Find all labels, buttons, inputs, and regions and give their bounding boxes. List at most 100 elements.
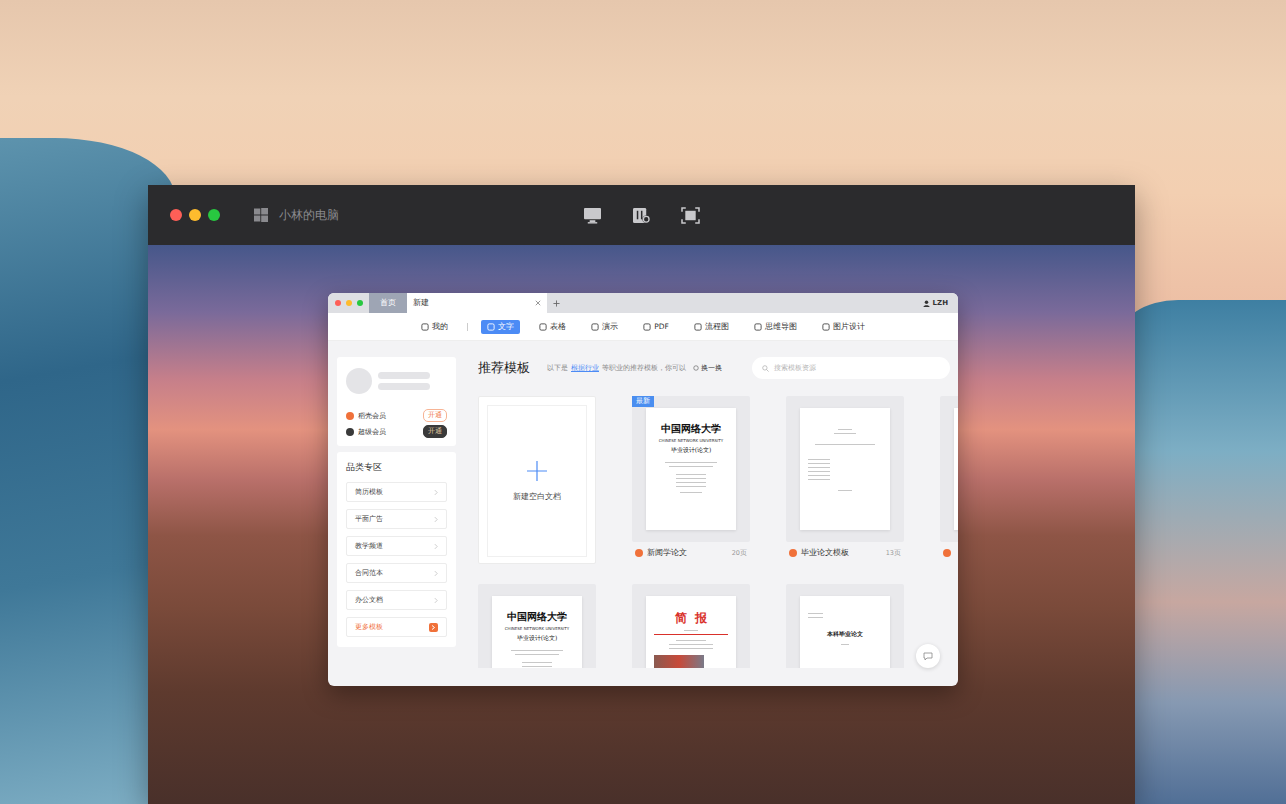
close-tab-icon[interactable] <box>535 300 541 306</box>
feedback-button[interactable] <box>916 644 940 668</box>
chevron-icon <box>434 489 438 496</box>
text-line <box>665 462 717 463</box>
template-icon <box>635 549 643 557</box>
text-line <box>515 654 559 655</box>
user-badge[interactable]: LZH <box>923 293 958 313</box>
text-line <box>669 466 713 467</box>
user-icon <box>923 300 930 307</box>
text-line <box>676 478 706 479</box>
minimize-button[interactable] <box>346 300 352 306</box>
toolbar-item[interactable]: 思维导图 <box>748 320 803 334</box>
text-line <box>841 644 848 645</box>
red-rule <box>654 634 728 635</box>
text-line <box>808 471 830 472</box>
hint-text: 以下是根据行业等职业的推荐模板，你可以换一换 <box>547 363 722 373</box>
fullscreen-icon[interactable] <box>681 207 700 224</box>
toolbar-item[interactable]: 我的 <box>415 320 454 334</box>
category-item[interactable]: 合同范本 <box>346 563 447 583</box>
category-item[interactable]: 办公文档 <box>346 590 447 610</box>
template-thumbnail: 简报 <box>632 584 750 668</box>
text-line <box>676 474 706 475</box>
text-line <box>838 429 853 430</box>
open-membership-button[interactable]: 开通 <box>423 425 447 438</box>
industry-link[interactable]: 根据行业 <box>571 363 599 373</box>
monitor-icon[interactable] <box>583 207 602 224</box>
template-card[interactable]: 本科毕业论文 <box>786 584 904 668</box>
settings-icon[interactable] <box>632 207 651 224</box>
text-line <box>834 433 856 434</box>
name-placeholder <box>378 372 430 379</box>
document-page: 中国网络大学CHINESE NETWORK UNIVERSITY毕业设计(论文) <box>646 408 736 530</box>
close-button[interactable] <box>335 300 341 306</box>
toolbar: 我的 文字表格演示 PDF 流程图思维导图图片设计 <box>328 313 958 341</box>
new-badge: 最新 <box>632 396 654 407</box>
template-panel: 推荐模板以下是根据行业等职业的推荐模板，你可以换一换搜索模板资源新建空白文档最新… <box>478 357 958 668</box>
template-card[interactable] <box>940 396 958 564</box>
toolbar-item[interactable]: 演示 <box>585 320 624 334</box>
member-row: 超级会员开通 <box>346 424 447 439</box>
category-item[interactable]: 更多模板 <box>346 617 447 637</box>
category-item[interactable]: 平面广告 <box>346 509 447 529</box>
text-line <box>808 617 823 618</box>
open-membership-button[interactable]: 开通 <box>423 409 447 422</box>
more-icon <box>429 623 438 632</box>
tool-icon <box>754 323 762 331</box>
tab-bar: 首页新建 LZH <box>328 293 958 313</box>
chevron-icon <box>434 597 438 604</box>
search-icon <box>762 365 769 372</box>
template-label: 毕业论文模板13页 <box>786 542 904 564</box>
text-line <box>808 459 830 460</box>
text-line <box>680 492 702 493</box>
tool-icon <box>694 323 702 331</box>
toolbar-item[interactable]: 文字 <box>481 320 520 334</box>
profile-card: 稻壳会员开通超级会员开通 <box>337 357 456 446</box>
category-card: 品类专区简历模板平面广告教学频道合同范本办公文档更多模板 <box>337 452 456 647</box>
chevron-icon <box>434 543 438 550</box>
tab[interactable]: 首页 <box>369 293 407 313</box>
text-line <box>808 479 830 480</box>
photo-placeholder <box>654 655 704 668</box>
avatar[interactable] <box>346 368 372 394</box>
text-line <box>522 662 552 663</box>
tool-icon <box>643 323 651 331</box>
template-card[interactable]: 最新中国网络大学CHINESE NETWORK UNIVERSITY毕业设计(论… <box>632 396 750 564</box>
windows-logo-icon <box>254 208 268 222</box>
toolbar-item[interactable]: 图片设计 <box>816 320 871 334</box>
text-line <box>808 463 830 464</box>
toolbar-item[interactable]: PDF <box>637 320 675 333</box>
chat-icon <box>923 652 933 661</box>
new-tab-icon[interactable] <box>553 300 560 307</box>
template-card[interactable]: 毕业论文模板13页 <box>786 396 904 564</box>
template-label <box>940 542 958 564</box>
text-line <box>808 467 830 468</box>
new-blank-document-card[interactable]: 新建空白文档 <box>478 396 596 564</box>
minimize-button[interactable] <box>189 209 201 221</box>
tab[interactable]: 新建 <box>407 293 547 313</box>
template-card[interactable]: 中国网络大学CHINESE NETWORK UNIVERSITY毕业设计(论文) <box>478 584 596 668</box>
remote-desktop-window: 小林的电脑首页新建 LZH 我的 文字表格演示 PDF 流程图思维导图图片设计稻壳会员开通… <box>148 185 1135 804</box>
refresh-icon <box>693 365 699 371</box>
text-line <box>815 444 874 445</box>
category-item[interactable]: 教学频道 <box>346 536 447 556</box>
template-thumbnail <box>940 396 958 542</box>
sidebar: 稻壳会员开通超级会员开通品类专区简历模板平面广告教学频道合同范本办公文档更多模板 <box>337 357 456 686</box>
document-page: 本科毕业论文 <box>800 596 890 668</box>
text-line <box>838 490 853 491</box>
zoom-button[interactable] <box>208 209 220 221</box>
text-line <box>808 613 823 614</box>
toolbar-item[interactable]: 表格 <box>533 320 572 334</box>
plus-icon <box>526 460 548 482</box>
text-line <box>669 648 713 649</box>
member-icon <box>346 428 354 436</box>
zoom-button[interactable] <box>357 300 363 306</box>
search-field[interactable]: 搜索模板资源 <box>752 357 950 379</box>
category-item[interactable]: 简历模板 <box>346 482 447 502</box>
template-card[interactable]: 简报 <box>632 584 750 668</box>
close-button[interactable] <box>170 209 182 221</box>
remote-title: 小林的电脑 <box>279 207 339 224</box>
text-line <box>522 666 552 667</box>
toolbar-item[interactable]: 流程图 <box>688 320 735 334</box>
document-page <box>954 408 958 530</box>
refresh-button[interactable]: 换一换 <box>693 363 722 373</box>
text-line <box>808 475 830 476</box>
